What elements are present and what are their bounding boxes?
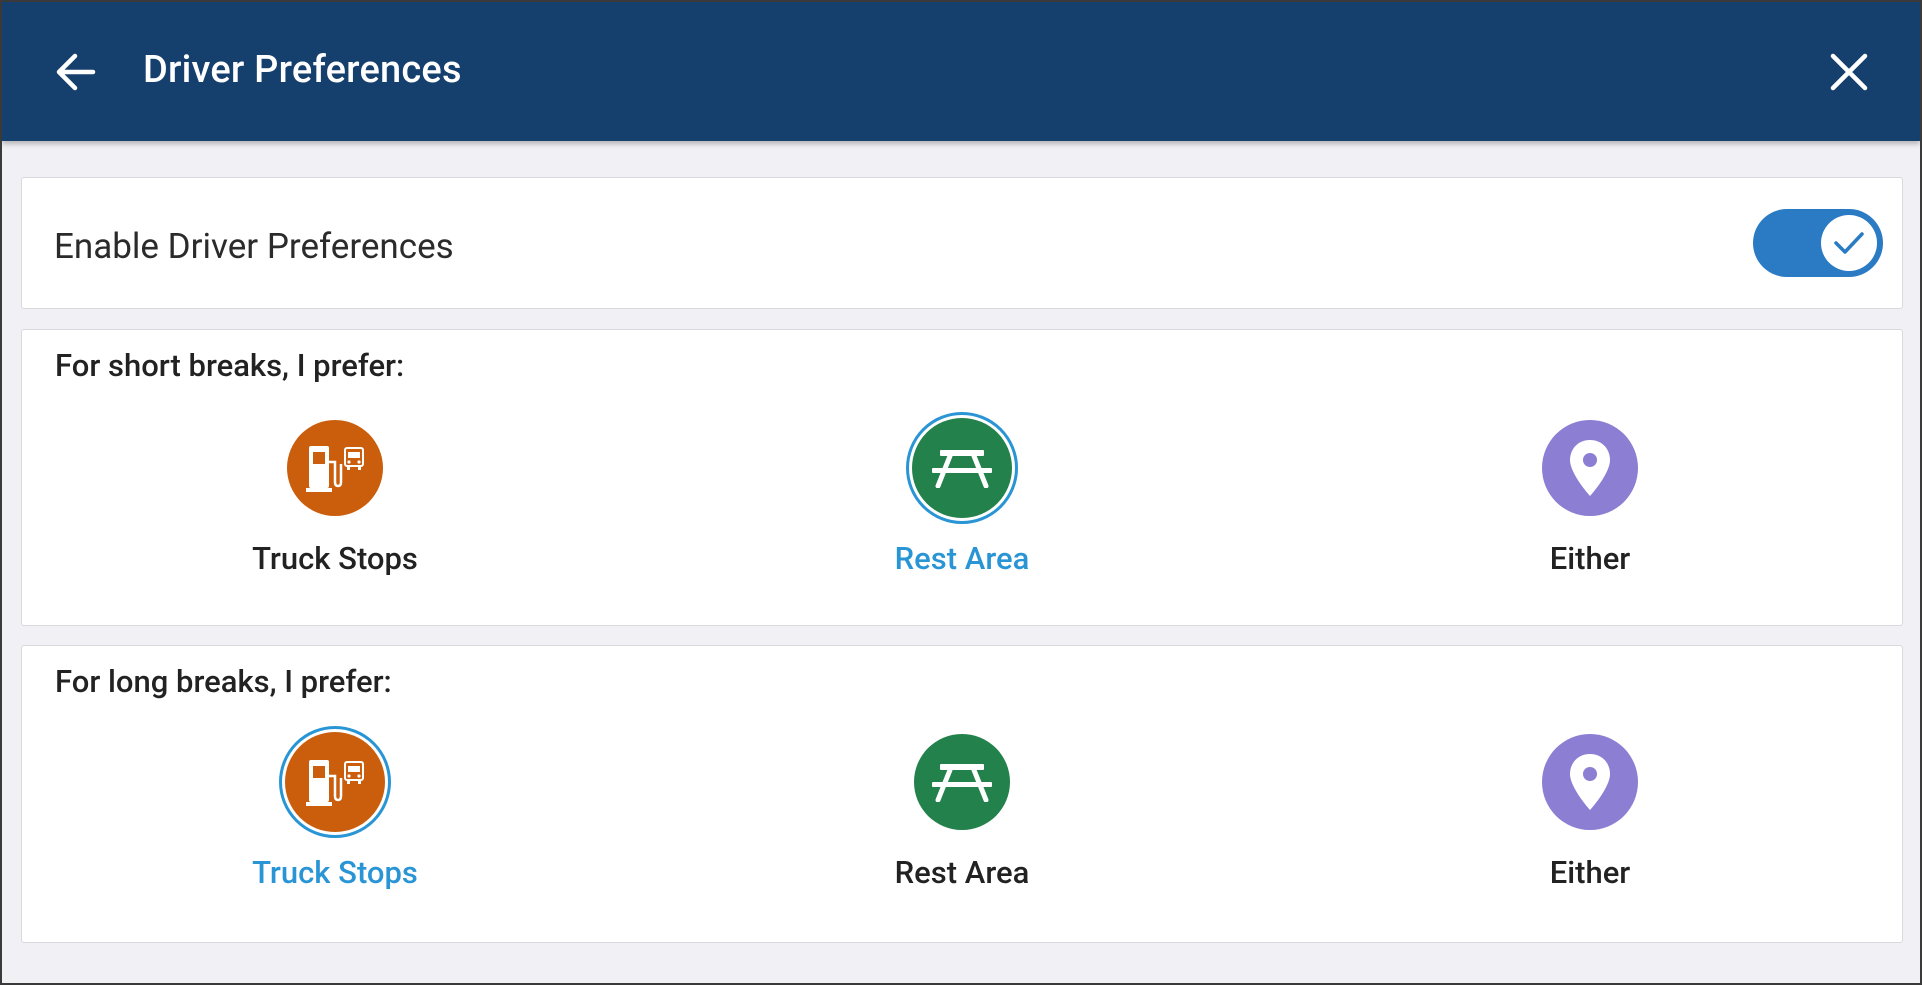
short-either-label: Either xyxy=(1549,540,1631,577)
short-truck-stops-label: Truck Stops xyxy=(252,540,418,577)
long-option-either[interactable]: Either xyxy=(1410,726,1770,891)
short-rest-area-label: Rest Area xyxy=(894,540,1030,577)
checkmark-icon xyxy=(1834,232,1864,254)
enable-preferences-label: Enable Driver Preferences xyxy=(54,226,454,267)
page-title: Driver Preferences xyxy=(143,48,462,92)
short-option-rest-area[interactable]: Rest Area xyxy=(782,412,1142,577)
fuel-pump-icon xyxy=(285,732,385,832)
rest-area-icon-wrap xyxy=(906,726,1018,838)
short-breaks-card: For short breaks, I prefer: Truck Stops … xyxy=(21,329,1903,626)
short-option-truck-stops[interactable]: Truck Stops xyxy=(155,412,515,577)
picnic-table-icon xyxy=(912,418,1012,518)
app-frame: Driver Preferences Enable Driver Prefere… xyxy=(0,0,1922,985)
fuel-pump-icon xyxy=(287,420,383,516)
back-button[interactable] xyxy=(40,37,110,107)
arrow-left-icon xyxy=(56,53,96,91)
either-icon-wrap xyxy=(1534,726,1646,838)
truck-stop-icon-wrap xyxy=(279,412,391,524)
short-option-either[interactable]: Either xyxy=(1410,412,1770,577)
enable-preferences-toggle[interactable] xyxy=(1753,209,1883,277)
long-option-truck-stops[interactable]: Truck Stops xyxy=(155,726,515,891)
truck-stop-icon-wrap xyxy=(279,726,391,838)
either-icon-wrap xyxy=(1534,412,1646,524)
close-button[interactable] xyxy=(1814,37,1884,107)
long-option-rest-area[interactable]: Rest Area xyxy=(782,726,1142,891)
short-breaks-title: For short breaks, I prefer: xyxy=(55,347,405,384)
long-either-label: Either xyxy=(1549,854,1631,891)
rest-area-icon-wrap xyxy=(906,412,1018,524)
long-breaks-card: For long breaks, I prefer: Truck Stops R… xyxy=(21,645,1903,943)
enable-preferences-card: Enable Driver Preferences xyxy=(21,177,1903,309)
location-pin-icon xyxy=(1542,734,1638,830)
location-pin-icon xyxy=(1542,420,1638,516)
toggle-knob xyxy=(1821,215,1877,271)
long-breaks-title: For long breaks, I prefer: xyxy=(55,663,392,700)
picnic-table-icon xyxy=(914,734,1010,830)
close-icon xyxy=(1830,53,1868,91)
long-truck-stops-label: Truck Stops xyxy=(252,854,418,891)
long-rest-area-label: Rest Area xyxy=(894,854,1030,891)
app-header: Driver Preferences xyxy=(2,2,1920,141)
